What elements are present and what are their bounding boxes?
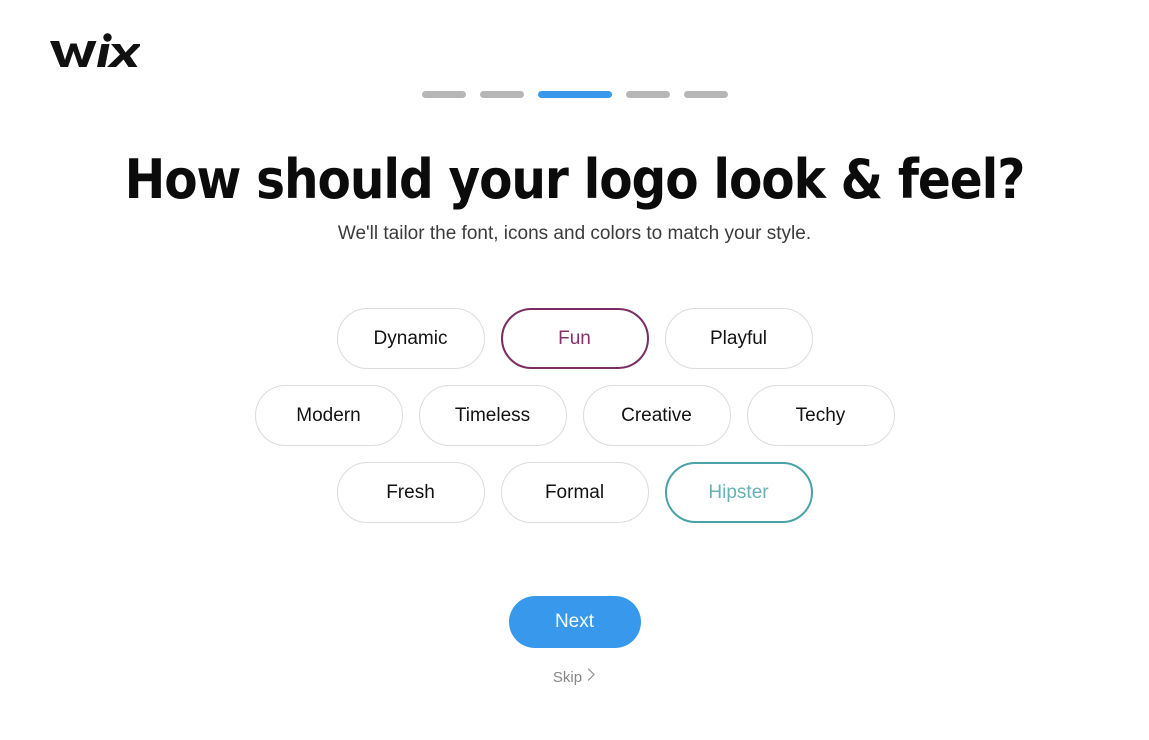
skip-label: Skip: [552, 668, 583, 686]
style-options-row-1: Dynamic Fun Playful: [336, 308, 813, 369]
style-option-dynamic[interactable]: Dynamic: [336, 308, 485, 369]
progress-indicator: [0, 91, 1149, 98]
style-options-row-2: Modern Timeless Creative Techy: [254, 385, 895, 446]
style-option-label: Timeless: [454, 404, 531, 426]
progress-step-2: [479, 91, 524, 98]
style-option-formal[interactable]: Formal: [500, 462, 649, 523]
style-option-techy[interactable]: Techy: [746, 385, 895, 446]
style-option-label: Techy: [795, 404, 846, 426]
logo-maker-page: How should your logo look & feel? We'll …: [0, 0, 1149, 740]
style-options-group: Dynamic Fun Playful Modern Timeless Crea…: [0, 308, 1149, 523]
style-option-hipster[interactable]: Hipster: [664, 462, 813, 523]
style-option-label: Hipster: [708, 481, 769, 503]
style-option-creative[interactable]: Creative: [582, 385, 731, 446]
progress-step-3-active: [537, 91, 612, 98]
wix-logo[interactable]: [48, 28, 143, 72]
progress-step-4: [625, 91, 670, 98]
page-subtitle: We'll tailor the font, icons and colors …: [337, 223, 812, 244]
style-option-label: Modern: [296, 404, 361, 426]
skip-link[interactable]: Skip: [0, 668, 1149, 686]
next-button[interactable]: Next: [508, 596, 641, 648]
style-option-playful[interactable]: Playful: [664, 308, 813, 369]
style-option-label: Formal: [544, 481, 605, 503]
style-option-label: Fun: [558, 327, 591, 349]
style-option-label: Creative: [621, 404, 692, 426]
style-option-fun[interactable]: Fun: [500, 308, 649, 369]
page-title: How should your logo look & feel?: [124, 148, 1026, 211]
style-option-label: Dynamic: [373, 327, 448, 349]
style-option-timeless[interactable]: Timeless: [418, 385, 567, 446]
next-button-label: Next: [554, 611, 595, 632]
style-option-label: Fresh: [386, 481, 435, 503]
chevron-right-icon: [587, 668, 596, 686]
progress-step-1: [421, 91, 466, 98]
style-option-modern[interactable]: Modern: [254, 385, 403, 446]
style-option-fresh[interactable]: Fresh: [336, 462, 485, 523]
style-option-label: Playful: [709, 327, 768, 349]
progress-step-5: [683, 91, 728, 98]
style-options-row-3: Fresh Formal Hipster: [336, 462, 813, 523]
